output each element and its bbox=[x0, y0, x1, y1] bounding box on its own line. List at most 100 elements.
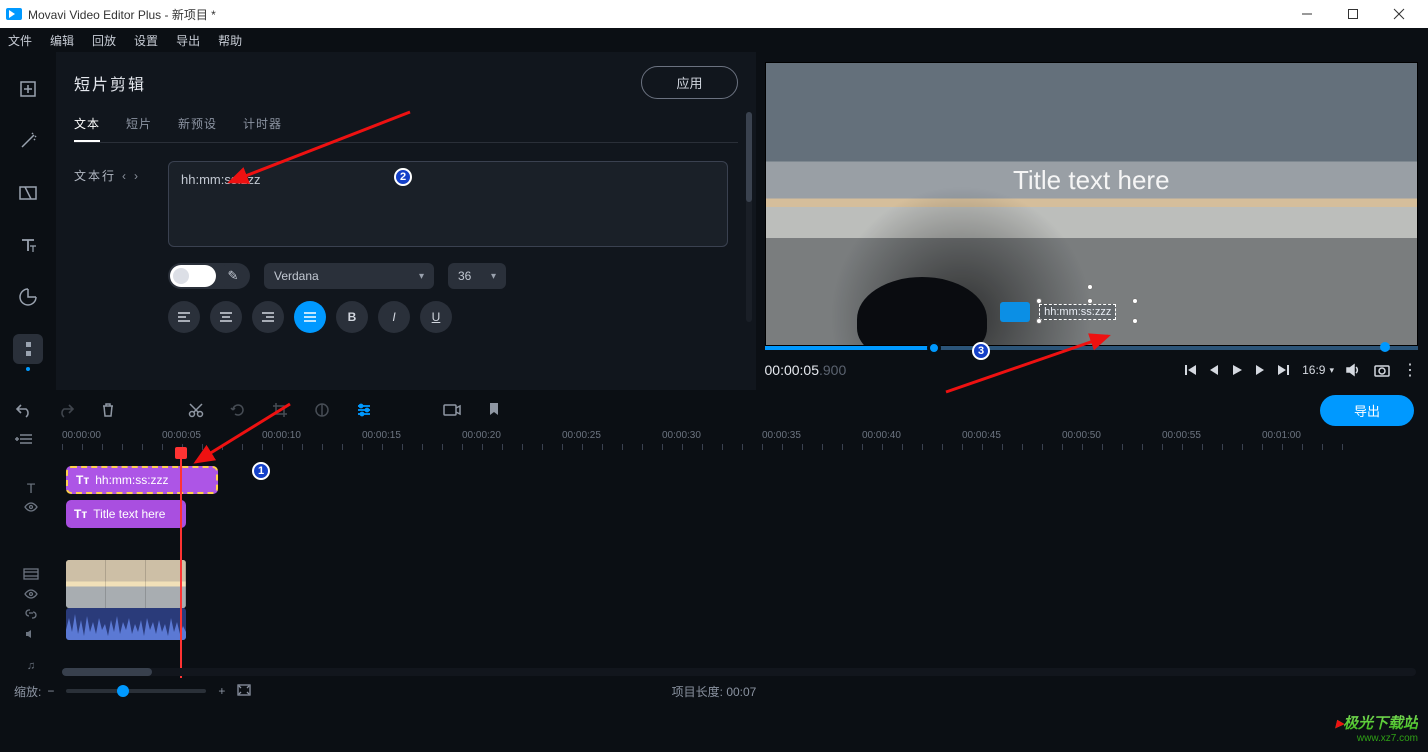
time-ruler[interactable]: 00:00:0000:00:0500:00:1000:00:1500:00:20… bbox=[62, 430, 1416, 454]
timeline-hscroll[interactable] bbox=[62, 668, 1416, 676]
status-bar: 缩放: − + 项目长度: 00:07 bbox=[0, 678, 1428, 704]
title-icon[interactable] bbox=[13, 230, 43, 260]
menu-edit[interactable]: 编辑 bbox=[50, 32, 74, 49]
next-text-arrow[interactable]: › bbox=[134, 169, 140, 183]
tab-text[interactable]: 文本 bbox=[74, 115, 100, 142]
text-track-head: T bbox=[0, 464, 62, 530]
timeline-toolbar: 导出 bbox=[0, 390, 1428, 430]
timeline-audio-clip[interactable] bbox=[66, 608, 186, 640]
color-adjust-icon[interactable] bbox=[312, 400, 332, 420]
skip-end-icon[interactable] bbox=[1276, 363, 1290, 377]
frame-fwd-icon[interactable] bbox=[1254, 363, 1266, 377]
annotation-1: 1 bbox=[252, 462, 270, 480]
ruler-label: 00:00:50 bbox=[1062, 430, 1101, 441]
title-clip-icon: Tᴛ bbox=[74, 507, 87, 521]
preview-time: 00:00:05.900 bbox=[765, 362, 847, 378]
minimize-button[interactable] bbox=[1284, 0, 1330, 28]
timeline-clip-title[interactable]: Tᴛ Title text here bbox=[66, 500, 186, 528]
track-visible-icon[interactable] bbox=[24, 589, 38, 602]
prev-text-arrow[interactable]: ‹ bbox=[122, 169, 128, 183]
cut-icon[interactable] bbox=[186, 400, 206, 420]
clip-edit-panel: 短片剪辑 应用 文本 短片 新预设 计时器 文本行 ‹› hh:mm:ss:zz… bbox=[56, 52, 757, 390]
color-toggle[interactable] bbox=[170, 265, 216, 287]
import-icon[interactable] bbox=[13, 74, 43, 104]
undo-icon[interactable] bbox=[14, 400, 34, 420]
track-link-icon[interactable] bbox=[25, 608, 37, 623]
record-icon[interactable] bbox=[442, 400, 462, 420]
track-visible-icon[interactable] bbox=[24, 502, 38, 515]
zoom-out-icon[interactable]: − bbox=[47, 684, 54, 698]
menu-export[interactable]: 导出 bbox=[176, 32, 200, 49]
timeline: 00:00:0000:00:0500:00:1000:00:1500:00:20… bbox=[0, 430, 1428, 704]
zoom-label: 缩放: bbox=[14, 683, 41, 700]
font-size-select[interactable]: 36▾ bbox=[448, 263, 506, 289]
italic-button[interactable]: I bbox=[378, 301, 410, 333]
aspect-ratio[interactable]: 16:9 ▾ bbox=[1302, 363, 1334, 377]
timeline-clip-timer[interactable]: Tᴛ hh:mm:ss:zzz bbox=[66, 466, 218, 494]
ruler-label: 00:00:00 bbox=[62, 430, 101, 441]
preview-scrubber[interactable] bbox=[765, 346, 1419, 350]
preview-title-overlay[interactable]: Title text here bbox=[1013, 165, 1170, 196]
panel-title: 短片剪辑 bbox=[74, 71, 146, 95]
preview-pane: Title text here hh:mm:ss:zzz 00:00:05.90… bbox=[765, 52, 1428, 390]
ruler-label: 00:00:20 bbox=[462, 430, 501, 441]
export-button[interactable]: 导出 bbox=[1320, 395, 1414, 426]
align-center-button[interactable] bbox=[210, 301, 242, 333]
app-icon bbox=[6, 8, 22, 20]
window-titlebar: Movavi Video Editor Plus - 新项目 * bbox=[0, 0, 1428, 28]
color-picker-icon[interactable]: ✎ bbox=[222, 265, 244, 287]
redo-icon[interactable] bbox=[56, 400, 76, 420]
menu-help[interactable]: 帮助 bbox=[218, 32, 242, 49]
zoom-in-icon[interactable]: + bbox=[218, 684, 225, 698]
text-input[interactable]: hh:mm:ss:zzz bbox=[168, 161, 728, 247]
volume-icon[interactable] bbox=[1346, 363, 1362, 377]
align-justify-button[interactable] bbox=[294, 301, 326, 333]
menu-playback[interactable]: 回放 bbox=[92, 32, 116, 49]
more-tools-icon[interactable] bbox=[13, 334, 43, 364]
bold-button[interactable]: B bbox=[336, 301, 368, 333]
ruler-label: 00:00:45 bbox=[962, 430, 1001, 441]
align-left-button[interactable] bbox=[168, 301, 200, 333]
ruler-label: 00:00:05 bbox=[162, 430, 201, 441]
menu-settings[interactable]: 设置 bbox=[134, 32, 158, 49]
snapshot-icon[interactable] bbox=[1374, 363, 1390, 377]
crop-icon[interactable] bbox=[270, 400, 290, 420]
add-track-icon[interactable] bbox=[14, 432, 32, 449]
preview-video[interactable]: Title text here hh:mm:ss:zzz bbox=[765, 62, 1419, 346]
side-toolbar bbox=[0, 52, 56, 390]
playhead[interactable] bbox=[180, 448, 182, 680]
font-select[interactable]: Verdana▾ bbox=[264, 263, 434, 289]
ruler-label: 00:00:30 bbox=[662, 430, 701, 441]
menu-file[interactable]: 文件 bbox=[8, 32, 32, 49]
more-icon[interactable]: ⋮ bbox=[1402, 360, 1418, 380]
play-icon[interactable] bbox=[1230, 363, 1244, 377]
ruler-label: 00:00:35 bbox=[762, 430, 801, 441]
preview-timer-overlay[interactable]: hh:mm:ss:zzz bbox=[1039, 304, 1116, 320]
close-button[interactable] bbox=[1376, 0, 1422, 28]
track-mute-icon[interactable] bbox=[25, 629, 37, 642]
apply-button[interactable]: 应用 bbox=[641, 66, 737, 99]
rotate-icon[interactable] bbox=[228, 400, 248, 420]
skip-start-icon[interactable] bbox=[1184, 363, 1198, 377]
menu-bar: 文件 编辑 回放 设置 导出 帮助 bbox=[0, 28, 1428, 52]
tab-clip[interactable]: 短片 bbox=[126, 115, 152, 142]
delete-icon[interactable] bbox=[98, 400, 118, 420]
zoom-slider[interactable] bbox=[66, 689, 206, 693]
zoom-fit-icon[interactable] bbox=[237, 684, 251, 699]
align-right-button[interactable] bbox=[252, 301, 284, 333]
frame-back-icon[interactable] bbox=[1208, 363, 1220, 377]
maximize-button[interactable] bbox=[1330, 0, 1376, 28]
transitions-icon[interactable] bbox=[13, 178, 43, 208]
annotation-2: 2 bbox=[394, 168, 412, 186]
panel-scrollbar[interactable] bbox=[746, 112, 752, 322]
underline-button[interactable]: U bbox=[420, 301, 452, 333]
tab-preset[interactable]: 新预设 bbox=[178, 115, 217, 142]
marker-icon[interactable] bbox=[484, 400, 504, 420]
clip-properties-icon[interactable] bbox=[354, 400, 374, 420]
wand-icon[interactable] bbox=[13, 126, 43, 156]
stickers-icon[interactable] bbox=[13, 282, 43, 312]
timeline-video-clip[interactable] bbox=[66, 560, 186, 608]
tab-timer[interactable]: 计时器 bbox=[243, 115, 282, 142]
watermark: ▸极光下载站 www.xz7.com bbox=[1335, 712, 1418, 744]
annotation-3: 3 bbox=[972, 342, 990, 360]
